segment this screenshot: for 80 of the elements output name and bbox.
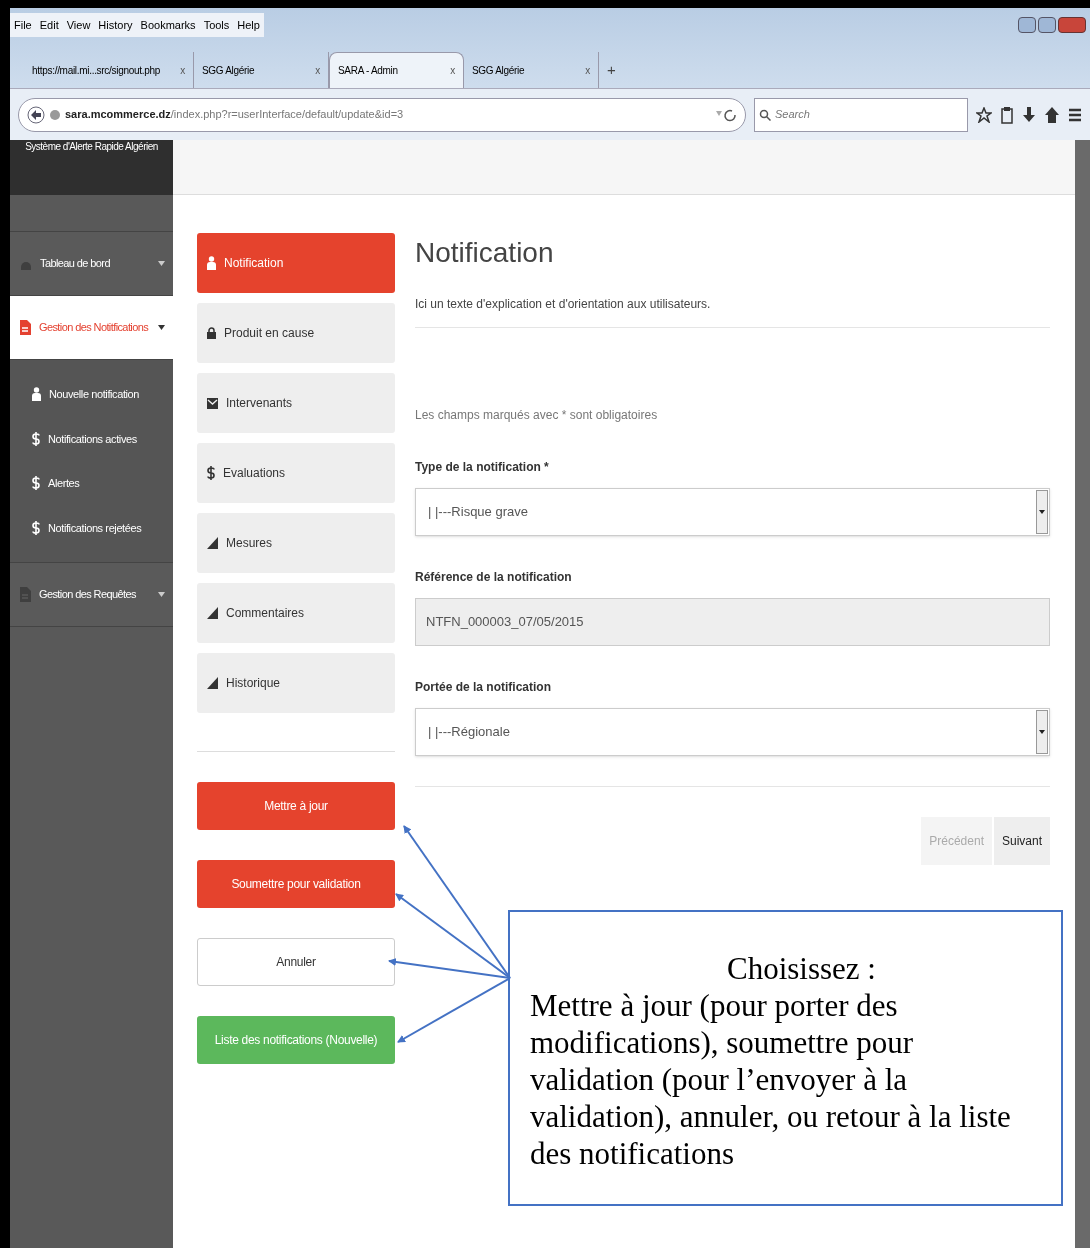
menu-item[interactable]: View <box>66 16 91 34</box>
submenu-item[interactable]: Notifications rejetées <box>10 519 173 536</box>
field-label: Type de la notification * <box>415 459 550 476</box>
signal-icon <box>207 677 218 689</box>
sidebar-item[interactable]: Gestion des Notitfications <box>10 296 173 360</box>
user-icon <box>32 387 41 402</box>
menu-item[interactable]: File <box>14 16 32 34</box>
tab-close[interactable]: x <box>585 62 590 78</box>
dropdown-button[interactable] <box>1036 490 1048 534</box>
reload-icon[interactable] <box>715 107 737 122</box>
caret-icon <box>158 261 165 266</box>
menu-item[interactable]: History <box>98 16 133 34</box>
step-tab[interactable]: Intervenants <box>197 373 395 433</box>
address-field[interactable]: sara.mcommerce.dz/index.php?r=userInterface/default/update&id=3 <box>18 97 746 132</box>
search-icon <box>759 108 771 121</box>
page-title: Notification <box>415 236 555 270</box>
dollar-icon <box>207 465 215 481</box>
caret-icon <box>1039 730 1045 734</box>
next-button[interactable]: Suivant <box>993 817 1050 865</box>
signal-icon <box>207 537 218 549</box>
browser-tab[interactable]: SARA - Admin x <box>329 52 464 88</box>
input-field: NTFN_000003_07/05/2015 <box>415 598 1050 646</box>
field-label: Référence de la notification <box>415 569 573 586</box>
step-tab[interactable]: Produit en cause <box>197 303 395 363</box>
new-tab-button[interactable]: + <box>599 52 624 88</box>
close-icon[interactable] <box>1058 17 1086 33</box>
tab-title: SGG Algérie <box>202 63 255 78</box>
action-button[interactable]: Soumettre pour validation <box>197 860 395 908</box>
dollar-icon <box>32 475 40 492</box>
submenu-item[interactable]: Alertes <box>10 475 173 492</box>
tab-title: SARA - Admin <box>338 64 398 78</box>
description-text: Ici un texte d'explication et d'orientation aux utilisateurs. <box>415 296 712 313</box>
brand-text: Système d'Alerte Rapide Algérien <box>25 142 158 152</box>
minimize-icon[interactable] <box>1018 17 1036 33</box>
lock-icon <box>207 327 216 339</box>
dropdown-button[interactable] <box>1036 710 1048 754</box>
back-icon[interactable] <box>27 105 45 124</box>
field-label: Portée de la notification <box>415 679 553 696</box>
step-tab[interactable]: Commentaires <box>197 583 395 643</box>
clipboard-icon[interactable] <box>1000 105 1014 124</box>
star-icon[interactable] <box>976 106 992 123</box>
tab-close[interactable]: x <box>450 63 455 78</box>
step-tab[interactable]: Mesures <box>197 513 395 573</box>
select-field[interactable]: | |---Régionale <box>415 708 1050 756</box>
caret-icon <box>158 592 165 597</box>
caret-icon <box>158 325 165 330</box>
document-icon <box>20 320 31 335</box>
url-text: sara.mcommerce.dz/index.php?r=userInterface/default/update&id=3 <box>65 107 404 123</box>
dollar-icon <box>32 430 40 447</box>
select-field[interactable]: | |---Risque grave <box>415 488 1050 536</box>
menu-item[interactable]: Help <box>237 16 260 34</box>
download-icon[interactable] <box>1022 105 1036 124</box>
search-input: Search <box>775 106 955 123</box>
cancel-button[interactable]: Annuler <box>197 938 395 986</box>
scrollbar[interactable] <box>1075 140 1090 1248</box>
home-icon[interactable] <box>1044 105 1060 124</box>
tab-title: https://mail.mi...src/signout.php <box>32 63 160 78</box>
menu-item[interactable]: Edit <box>39 16 59 34</box>
dollar-icon <box>32 519 40 536</box>
step-tab[interactable]: Notification <box>197 233 395 293</box>
search-field[interactable]: Search <box>754 97 968 132</box>
maximize-icon[interactable] <box>1038 17 1056 33</box>
submenu-item[interactable]: Nouvelle notification <box>10 386 173 403</box>
tab-title: SGG Algérie <box>472 63 525 78</box>
tab-close[interactable]: x <box>180 62 185 78</box>
document-icon <box>20 587 31 602</box>
submenu-item[interactable]: Notifications actives <box>10 430 173 447</box>
signal-icon <box>207 607 218 619</box>
callout-text: Mettre à jour (pour porter des modifications), soumettre pour validation (pour l’envoyer à la validation), annuler, ou retour à la liste des notifications <box>530 987 1012 1172</box>
action-button[interactable]: Mettre à jour <box>197 782 395 830</box>
menu-item[interactable]: Bookmarks <box>140 16 196 34</box>
tab-close[interactable]: x <box>315 62 320 78</box>
envelope-icon <box>207 397 218 409</box>
step-tab[interactable]: Historique <box>197 653 395 713</box>
step-tab[interactable]: Evaluations <box>197 443 395 503</box>
user-icon <box>207 256 216 270</box>
callout-title: Choisissez : <box>726 950 877 987</box>
menu-item[interactable]: Tools <box>203 16 230 34</box>
required-note: Les champs marqués avec * sont obligatoires <box>415 407 659 424</box>
caret-icon <box>1039 510 1045 514</box>
